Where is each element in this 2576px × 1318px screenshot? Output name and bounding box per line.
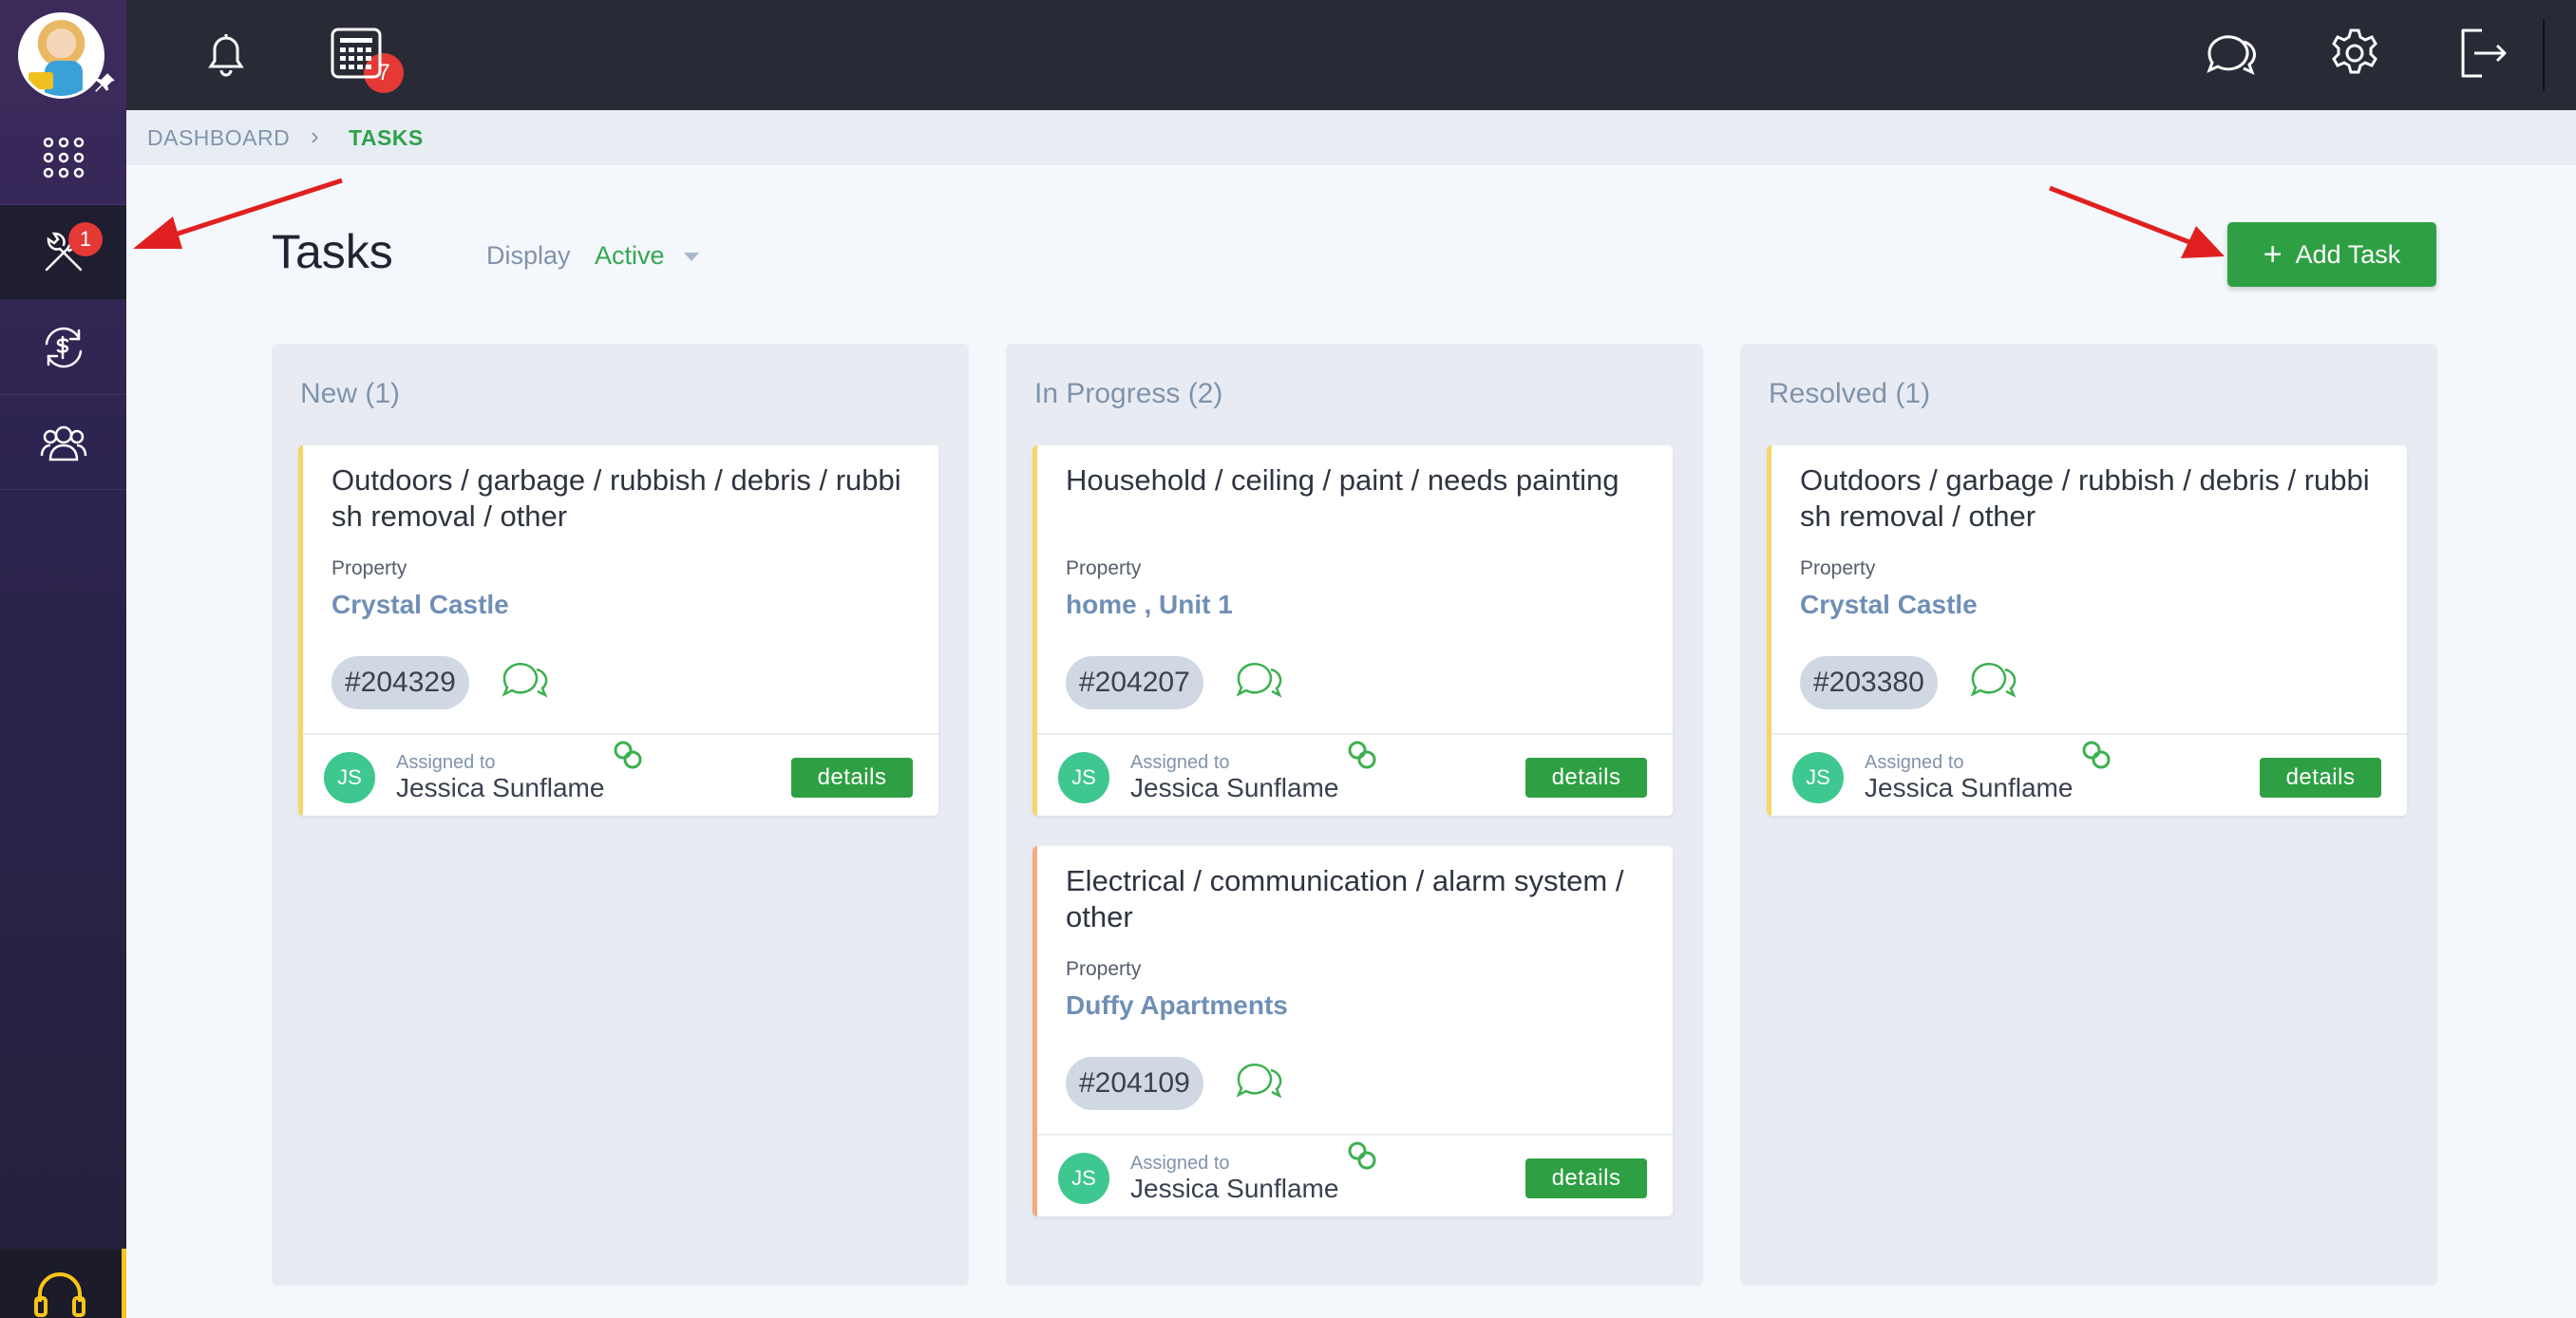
task-title: Household / ceiling / paint / needs pain…	[1066, 463, 1619, 497]
assignee-name: Jessica Sunflame	[1865, 773, 2074, 802]
sidebar-item-tasks[interactable]: 1	[0, 205, 126, 300]
column-title: In Progress (2)	[1034, 378, 1223, 409]
comments-icon[interactable]	[1969, 656, 2020, 706]
assignee-avatar: JS	[1058, 752, 1109, 803]
property-label: Property	[1066, 557, 1142, 579]
toolbar-divider	[2543, 19, 2545, 91]
task-title: Outdoors / garbage / rubbish / debris / …	[1800, 463, 2370, 533]
top-bar: 7	[126, 0, 2576, 110]
comments-icon[interactable]	[1235, 656, 1286, 706]
money-exchange-icon	[45, 327, 82, 367]
add-task-button[interactable]: + Add Task	[2227, 222, 2436, 287]
breadcrumb-dashboard[interactable]: DASHBOARD	[147, 125, 290, 151]
link-icon	[2082, 741, 2111, 769]
details-button[interactable]: details	[1525, 758, 1647, 798]
assigned-label: Assigned to	[1130, 752, 1230, 773]
task-title: Outdoors / garbage / rubbish / debris / …	[331, 463, 901, 533]
comments-icon[interactable]	[501, 656, 552, 706]
property-label: Property	[331, 557, 407, 579]
column-title: Resolved (1)	[1769, 378, 1931, 409]
assignee-avatar: JS	[1792, 752, 1844, 803]
task-id-badge: #204329	[331, 656, 469, 709]
property-label: Property	[1066, 958, 1142, 980]
avatar[interactable]	[18, 12, 104, 99]
card-footer: JS Assigned to Jessica Sunflame details	[1771, 733, 2407, 816]
property-link[interactable]: Duffy Apartments	[1066, 990, 1288, 1021]
task-card[interactable]: Outdoors / garbage / rubbish / debris / …	[1767, 445, 2407, 816]
gear-icon[interactable]	[2326, 25, 2383, 82]
pin-icon[interactable]	[93, 70, 118, 102]
assignee-name: Jessica Sunflame	[1130, 773, 1339, 802]
assignee-name: Jessica Sunflame	[396, 773, 605, 802]
profile-area[interactable]	[0, 0, 126, 110]
headset-icon	[34, 1272, 85, 1317]
sidebar-item-apps[interactable]	[0, 110, 126, 205]
card-footer: JS Assigned to Jessica Sunflame details	[1037, 733, 1673, 816]
sidebar-item-users[interactable]	[0, 395, 126, 490]
details-button[interactable]: details	[791, 758, 913, 798]
comments-icon[interactable]	[1235, 1057, 1286, 1106]
card-footer: JS Assigned to Jessica Sunflame details	[1037, 1134, 1673, 1216]
property-label: Property	[1800, 557, 1876, 579]
task-card[interactable]: Electrical / communication / alarm syste…	[1032, 846, 1673, 1216]
add-task-label: Add Task	[2295, 239, 2401, 269]
card-footer: JS Assigned to Jessica Sunflame details	[303, 733, 938, 816]
column-new: New (1) Outdoors / garbage / rubbish / d…	[272, 344, 969, 1286]
task-id-badge: #204109	[1066, 1057, 1203, 1110]
support-button[interactable]	[0, 1249, 126, 1318]
breadcrumb: DASHBOARD › TASKS	[126, 110, 2576, 165]
task-id-badge: #204207	[1066, 656, 1203, 709]
chevron-down-icon[interactable]	[684, 253, 699, 261]
users-icon	[40, 425, 86, 461]
column-title: New (1)	[300, 378, 401, 409]
column-in-progress: In Progress (2) Household / ceiling / pa…	[1006, 344, 1703, 1286]
annotation-arrow-add-task	[2049, 185, 2225, 258]
property-link[interactable]: home , Unit 1	[1066, 590, 1233, 620]
column-resolved: Resolved (1) Outdoors / garbage / rubbis…	[1740, 344, 2437, 1286]
calendar-icon[interactable]	[328, 25, 385, 82]
assignee-avatar: JS	[1058, 1153, 1109, 1204]
bell-icon[interactable]	[198, 25, 255, 82]
display-label: Display	[486, 241, 571, 270]
property-link[interactable]: Crystal Castle	[331, 590, 509, 620]
link-icon	[614, 741, 642, 769]
details-button[interactable]: details	[1525, 1158, 1647, 1198]
page-title: Tasks	[272, 225, 393, 278]
plus-icon: +	[2263, 236, 2282, 273]
assignee-name: Jessica Sunflame	[1130, 1174, 1339, 1203]
task-id-badge: #203380	[1800, 656, 1938, 709]
sidebar-item-finance[interactable]	[0, 300, 126, 395]
apps-grid-icon	[43, 137, 84, 178]
assigned-label: Assigned to	[396, 752, 496, 773]
tasks-badge: 1	[68, 222, 103, 256]
link-icon	[1348, 1141, 1376, 1170]
sidebar: 1	[0, 0, 126, 1318]
task-card[interactable]: Outdoors / garbage / rubbish / debris / …	[298, 445, 938, 816]
assigned-label: Assigned to	[1130, 1153, 1230, 1174]
breadcrumb-tasks: TASKS	[349, 125, 424, 150]
property-link[interactable]: Crystal Castle	[1800, 590, 1978, 620]
assignee-avatar: JS	[324, 752, 375, 803]
assigned-label: Assigned to	[1865, 752, 1964, 773]
details-button[interactable]: details	[2260, 758, 2381, 798]
link-icon	[1348, 741, 1376, 769]
breadcrumb-separator: ›	[311, 122, 320, 150]
display-filter-dropdown[interactable]: Active	[595, 241, 665, 271]
task-title: Electrical / communication / alarm syste…	[1066, 864, 1624, 933]
chat-icon[interactable]	[2202, 25, 2259, 82]
logout-icon[interactable]	[2453, 25, 2510, 82]
task-card[interactable]: Household / ceiling / paint / needs pain…	[1032, 445, 1673, 816]
